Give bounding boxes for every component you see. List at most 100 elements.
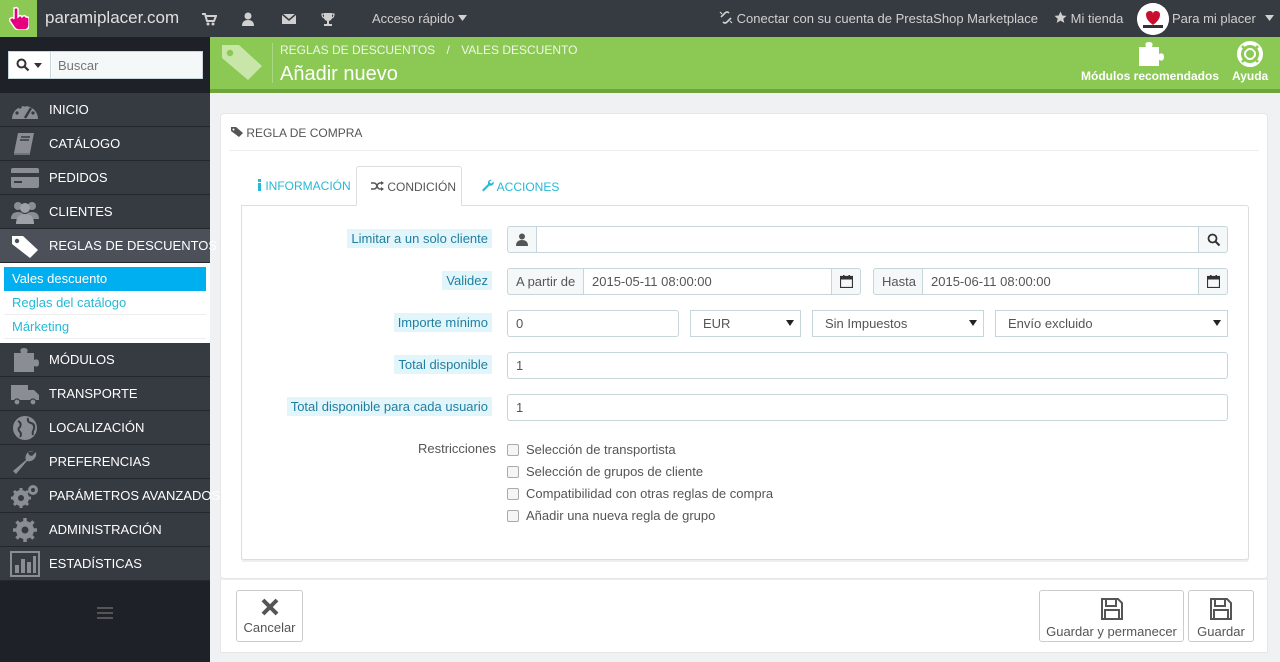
caret-down-icon bbox=[1265, 15, 1275, 21]
shipping-select[interactable]: Envío excluido bbox=[995, 310, 1228, 337]
breadcrumb-item-reglas[interactable]: Reglas de descuentos bbox=[280, 43, 435, 57]
floppy-disk-icon bbox=[1100, 598, 1123, 620]
total-available-input[interactable]: 1 bbox=[507, 352, 1228, 379]
top-bar: paramiplacer.com Acceso rápido Conectar … bbox=[0, 0, 1280, 37]
user-icon bbox=[516, 233, 528, 246]
restriction-compatibility-checkbox[interactable]: Compatibilidad con otras reglas de compr… bbox=[507, 486, 773, 501]
from-calendar-button[interactable] bbox=[831, 268, 861, 295]
caret-down-icon bbox=[969, 320, 977, 326]
currency-select[interactable]: EUR bbox=[690, 310, 801, 337]
save-button[interactable]: Guardar bbox=[1188, 590, 1254, 642]
sidebar-item-clientes[interactable]: Clientes bbox=[0, 195, 210, 229]
checkbox-label: Selección de grupos de cliente bbox=[526, 464, 704, 479]
sidebar-item-label: Preferencias bbox=[49, 454, 151, 469]
submenu-item-reglas-catalogo[interactable]: Reglas del catálogo bbox=[4, 291, 206, 315]
cart-icon[interactable] bbox=[201, 11, 217, 27]
condition-form: Limitar a un solo cliente Validez Import… bbox=[241, 205, 1249, 560]
sidebar-item-estadisticas[interactable]: Estadísticas bbox=[0, 547, 210, 581]
save-and-stay-button[interactable]: Guardar y permanecer bbox=[1039, 590, 1184, 642]
checkbox[interactable] bbox=[507, 466, 519, 478]
cog-icon bbox=[13, 518, 37, 542]
sidebar-item-label: Inicio bbox=[49, 102, 89, 117]
checkbox[interactable] bbox=[507, 488, 519, 500]
floppy-disk-icon bbox=[1210, 598, 1232, 620]
tab-label: Información bbox=[265, 179, 351, 193]
checkbox[interactable] bbox=[507, 444, 519, 456]
sidebar-item-label: Módulos bbox=[49, 352, 115, 367]
site-name[interactable]: paramiplacer.com bbox=[45, 8, 179, 28]
per-user-input[interactable]: 1 bbox=[507, 394, 1228, 421]
tab-label: Condición bbox=[387, 180, 457, 194]
sidebar-item-inicio[interactable]: Inicio bbox=[0, 93, 210, 127]
checkbox-label: Compatibilidad con otras reglas de compr… bbox=[526, 486, 774, 501]
shipping-value: Envío excluido bbox=[1008, 316, 1093, 331]
per-user-label-text: Total disponible para cada usuario bbox=[286, 397, 492, 416]
sidebar-item-preferencias[interactable]: Preferencias bbox=[0, 445, 210, 479]
tag-icon bbox=[231, 127, 243, 137]
help-button[interactable]: Ayuda bbox=[1232, 41, 1268, 83]
sidebar-item-reglas-descuentos[interactable]: Reglas de descuentos bbox=[0, 229, 217, 263]
submenu-item-marketing[interactable]: Márketing bbox=[4, 315, 206, 339]
labels-column: Limitar a un solo cliente Validez Import… bbox=[242, 206, 496, 536]
submenu-item-vales-descuento[interactable]: Vales descuento bbox=[4, 267, 206, 291]
page-title: Añadir nuevo bbox=[280, 63, 398, 85]
validity-label-text: Validez bbox=[442, 271, 492, 290]
calendar-icon bbox=[1207, 275, 1220, 288]
restriction-product-group-checkbox[interactable]: Añadir una nueva regla de grupo bbox=[507, 508, 715, 523]
customer-search-button[interactable] bbox=[1198, 226, 1228, 253]
tab-informacion[interactable]: Información bbox=[257, 166, 351, 206]
sidebar-item-modulos[interactable]: Módulos bbox=[0, 343, 210, 377]
user-menu[interactable]: Para mi placer bbox=[1172, 11, 1275, 26]
tab-condicion[interactable]: Condición bbox=[356, 166, 462, 206]
sidebar-item-pedidos[interactable]: Pedidos bbox=[0, 161, 210, 195]
sidebar-item-localizacion[interactable]: Localización bbox=[0, 411, 210, 445]
avatar[interactable] bbox=[1137, 3, 1169, 35]
restriction-groups-checkbox[interactable]: Selección de grupos de cliente bbox=[507, 464, 703, 479]
puzzle-icon bbox=[14, 348, 39, 372]
sidebar-item-catalogo[interactable]: Catálogo bbox=[0, 127, 210, 161]
quick-access-menu[interactable]: Acceso rápido bbox=[372, 11, 468, 26]
caret-down-icon bbox=[458, 15, 468, 21]
search-icon bbox=[16, 58, 30, 72]
sidebar-item-parametros-avanzados[interactable]: Parámetros avanzados bbox=[0, 479, 220, 513]
truck-icon bbox=[11, 385, 39, 406]
min-amount-label: Importe mínimo bbox=[393, 313, 492, 332]
envelope-icon[interactable] bbox=[281, 11, 297, 27]
cart-rule-panel: Regla de compra Información Condición Ac… bbox=[220, 113, 1268, 579]
cancel-button[interactable]: Cancelar bbox=[236, 590, 303, 642]
from-date-input[interactable]: 2015-05-11 08:00:00 bbox=[583, 268, 833, 295]
tax-select[interactable]: Sin Impuestos bbox=[812, 310, 984, 337]
my-shop-link[interactable]: Mi tienda bbox=[1054, 11, 1123, 26]
sidebar-item-administracion[interactable]: Administración bbox=[0, 513, 210, 547]
menu-collapse-icon[interactable] bbox=[97, 607, 113, 619]
save-label: Guardar bbox=[1197, 624, 1245, 639]
search-type-button[interactable] bbox=[9, 52, 51, 78]
to-date-input[interactable]: 2015-06-11 08:00:00 bbox=[922, 268, 1200, 295]
recommended-modules-button[interactable]: Módulos recomendados bbox=[1081, 41, 1219, 83]
link-icon bbox=[719, 11, 733, 24]
search-input[interactable] bbox=[52, 52, 202, 78]
heading-divider bbox=[229, 150, 1259, 151]
logo[interactable] bbox=[0, 0, 37, 37]
tab-acciones[interactable]: Acciones bbox=[481, 166, 561, 206]
panel-heading-label: Regla de compra bbox=[246, 126, 363, 140]
calendar-icon bbox=[840, 275, 853, 288]
help-label: Ayuda bbox=[1232, 69, 1269, 83]
checkbox[interactable] bbox=[507, 510, 519, 522]
user-icon[interactable] bbox=[240, 11, 256, 27]
cancel-label: Cancelar bbox=[243, 620, 296, 635]
sidebar-item-transporte[interactable]: Transporte bbox=[0, 377, 210, 411]
header-underline bbox=[210, 89, 1280, 93]
sidebar-item-label: Pedidos bbox=[49, 170, 108, 185]
min-amount-input[interactable]: 0 bbox=[507, 310, 679, 337]
restriction-carrier-checkbox[interactable]: Selección de transportista bbox=[507, 442, 676, 457]
breadcrumb-item-vales[interactable]: Vales descuento bbox=[461, 43, 577, 57]
total-available-label-text: Total disponible bbox=[394, 355, 492, 374]
to-calendar-button[interactable] bbox=[1198, 268, 1228, 295]
sidebar-item-label: Clientes bbox=[49, 204, 113, 219]
wrench-icon bbox=[13, 450, 37, 474]
trophy-icon[interactable] bbox=[320, 11, 336, 27]
marketplace-link[interactable]: Conectar con su cuenta de PrestaShop Mar… bbox=[719, 11, 1038, 26]
customer-input[interactable] bbox=[536, 226, 1200, 253]
sidebar-item-label: Transporte bbox=[49, 386, 138, 401]
